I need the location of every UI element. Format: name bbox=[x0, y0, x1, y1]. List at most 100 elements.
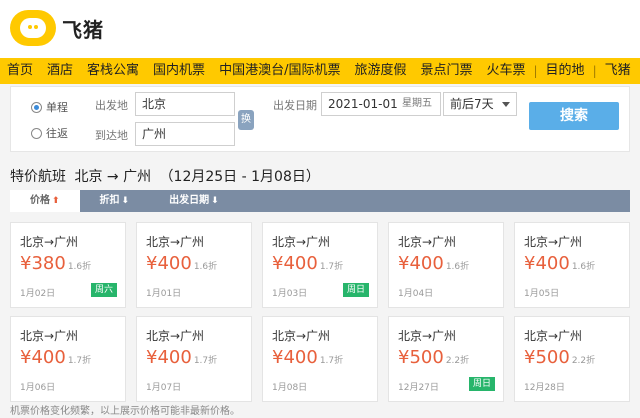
deal-price-row: ¥400 1.6折 bbox=[146, 253, 217, 274]
search-button[interactable]: 搜索 bbox=[529, 102, 619, 130]
sort-tab-discount[interactable]: 折扣 ⬇ bbox=[80, 190, 150, 212]
pig-logo-icon bbox=[10, 10, 56, 46]
sort-down-icon: ⬇ bbox=[211, 196, 219, 206]
from-input[interactable]: 北京 bbox=[135, 92, 235, 116]
deal-card[interactable]: 北京→广州 ¥400 1.7折 1月07日 bbox=[136, 316, 252, 402]
radio-unselected-icon[interactable] bbox=[31, 127, 42, 139]
deal-discount: 1.6折 bbox=[193, 262, 218, 272]
deal-discount: 1.7折 bbox=[319, 262, 344, 272]
deal-card[interactable]: 北京→广州 ¥380 1.6折 1月02日 周六 bbox=[10, 222, 126, 308]
nav-item-vacation[interactable]: 旅游度假 bbox=[347, 58, 413, 84]
deal-route: 北京→广州 bbox=[272, 235, 331, 249]
deal-price: ¥400 bbox=[272, 347, 318, 368]
deal-discount: 1.6折 bbox=[67, 262, 92, 272]
sort-tab-departure-date[interactable]: 出发日期 ⬇ bbox=[149, 190, 239, 212]
nav-item-train[interactable]: 火车票 bbox=[479, 58, 532, 84]
section-date-range: （12月25日 - 1月08日） bbox=[159, 169, 320, 185]
nav-item-hotel[interactable]: 酒店 bbox=[40, 58, 80, 84]
weekend-badge: 周六 bbox=[90, 283, 117, 297]
deal-price-row: ¥500 2.2折 bbox=[398, 347, 469, 368]
nav-item-domestic-flights[interactable]: 国内机票 bbox=[146, 58, 212, 84]
deal-discount: 2.2折 bbox=[445, 356, 470, 366]
date-input[interactable]: 2021-01-01 星期五 bbox=[321, 92, 441, 116]
sort-up-icon: ⬆ bbox=[52, 196, 60, 206]
date-value: 2021-01-01 bbox=[328, 97, 398, 111]
logo[interactable]: 飞猪 bbox=[10, 10, 104, 46]
deal-route: 北京→广州 bbox=[272, 329, 331, 343]
to-input[interactable]: 广州 bbox=[135, 122, 235, 146]
deal-date: 1月07日 bbox=[146, 383, 182, 393]
weekday-label: 星期五 bbox=[402, 98, 432, 109]
nav-item-destination[interactable]: 目的地 bbox=[539, 58, 592, 84]
deal-discount: 1.7折 bbox=[67, 356, 92, 366]
one-way-option[interactable]: 单程 bbox=[31, 99, 68, 115]
section-title: 特价航班 北京 → 广州 （12月25日 - 1月08日） bbox=[10, 166, 324, 186]
deal-card[interactable]: 北京→广州 ¥400 1.7折 1月06日 bbox=[10, 316, 126, 402]
deal-date: 1月08日 bbox=[272, 383, 308, 393]
deal-card[interactable]: 北京→广州 ¥500 2.2折 12月28日 bbox=[514, 316, 630, 402]
to-label: 到达地 bbox=[95, 129, 128, 142]
deal-price: ¥380 bbox=[20, 253, 66, 274]
deal-card[interactable]: 北京→广州 ¥400 1.7折 1月03日 周日 bbox=[262, 222, 378, 308]
chevron-down-icon bbox=[502, 102, 510, 107]
deal-price: ¥400 bbox=[398, 253, 444, 274]
date-label: 出发日期 bbox=[273, 99, 317, 112]
site-header: 飞猪 bbox=[0, 0, 640, 58]
section-title-text: 特价航班 bbox=[10, 169, 66, 185]
deal-discount: 1.7折 bbox=[193, 356, 218, 366]
deal-card[interactable]: 北京→广州 ¥500 2.2折 12月27日 周日 bbox=[388, 316, 504, 402]
deal-discount: 1.6折 bbox=[445, 262, 470, 272]
sort-tab-label: 折扣 bbox=[99, 195, 120, 206]
deal-card[interactable]: 北京→广州 ¥400 1.7折 1月08日 bbox=[262, 316, 378, 402]
deal-price-row: ¥400 1.7折 bbox=[272, 253, 343, 274]
flight-search-panel: 单程 往返 出发地 北京 到达地 广州 换 出发日期 2021-01-01 星期… bbox=[10, 86, 630, 152]
nav-item-home[interactable]: 首页 bbox=[0, 58, 40, 84]
nav-item-feizhu[interactable]: 飞猪 bbox=[598, 58, 638, 84]
round-trip-option[interactable]: 往返 bbox=[31, 125, 68, 141]
deal-price-row: ¥400 1.7折 bbox=[272, 347, 343, 368]
deal-date: 1月02日 bbox=[20, 289, 56, 299]
logo-text: 飞猪 bbox=[62, 17, 104, 42]
deal-price: ¥400 bbox=[146, 347, 192, 368]
deal-date: 1月06日 bbox=[20, 383, 56, 393]
round-trip-label: 往返 bbox=[46, 127, 68, 140]
deal-price-row: ¥400 1.7折 bbox=[20, 347, 91, 368]
deal-price-row: ¥400 1.7折 bbox=[146, 347, 217, 368]
deal-route: 北京→广州 bbox=[524, 329, 583, 343]
deal-route: 北京→广州 bbox=[398, 329, 457, 343]
sort-tab-label: 价格 bbox=[30, 195, 50, 206]
main-nav: 首页 酒店 客栈公寓 国内机票 中国港澳台/国际机票 旅游度假 景点门票 火车票… bbox=[0, 58, 640, 84]
deal-card[interactable]: 北京→广州 ¥400 1.6折 1月01日 bbox=[136, 222, 252, 308]
deal-card[interactable]: 北京→广州 ¥400 1.6折 1月04日 bbox=[388, 222, 504, 308]
swap-cities-button[interactable]: 换 bbox=[238, 110, 254, 130]
deal-route: 北京→广州 bbox=[524, 235, 583, 249]
deal-price: ¥400 bbox=[20, 347, 66, 368]
sort-tab-label: 出发日期 bbox=[169, 195, 210, 206]
deal-date: 1月01日 bbox=[146, 289, 182, 299]
deal-route: 北京→广州 bbox=[398, 235, 457, 249]
section-route: 北京 → 广州 bbox=[74, 169, 152, 185]
deal-date: 1月03日 bbox=[272, 289, 308, 299]
deal-date: 1月04日 bbox=[398, 289, 434, 299]
deal-price: ¥400 bbox=[272, 253, 318, 274]
date-range-select[interactable]: 前后7天 bbox=[443, 92, 517, 116]
deal-discount: 1.7折 bbox=[319, 356, 344, 366]
deal-price: ¥500 bbox=[398, 347, 444, 368]
deal-price-row: ¥380 1.6折 bbox=[20, 253, 91, 274]
deal-date: 1月05日 bbox=[524, 289, 560, 299]
radio-selected-icon[interactable] bbox=[31, 101, 42, 113]
deal-card[interactable]: 北京→广州 ¥400 1.6折 1月05日 bbox=[514, 222, 630, 308]
deal-price: ¥400 bbox=[524, 253, 570, 274]
price-disclaimer: 机票价格变化频繁，以上展示价格可能非最新价格。 bbox=[10, 406, 240, 417]
deal-price: ¥500 bbox=[524, 347, 570, 368]
deal-discount: 2.2折 bbox=[571, 356, 596, 366]
deal-price-row: ¥400 1.6折 bbox=[398, 253, 469, 274]
nav-item-intl-flights[interactable]: 中国港澳台/国际机票 bbox=[212, 58, 347, 84]
sort-tab-price[interactable]: 价格 ⬆ bbox=[10, 190, 80, 212]
nav-item-inn[interactable]: 客栈公寓 bbox=[80, 58, 146, 84]
date-range-value: 前后7天 bbox=[450, 97, 494, 111]
nav-item-tickets[interactable]: 景点门票 bbox=[413, 58, 479, 84]
weekend-badge: 周日 bbox=[342, 283, 369, 297]
deal-discount: 1.6折 bbox=[571, 262, 596, 272]
deal-price-row: ¥500 2.2折 bbox=[524, 347, 595, 368]
